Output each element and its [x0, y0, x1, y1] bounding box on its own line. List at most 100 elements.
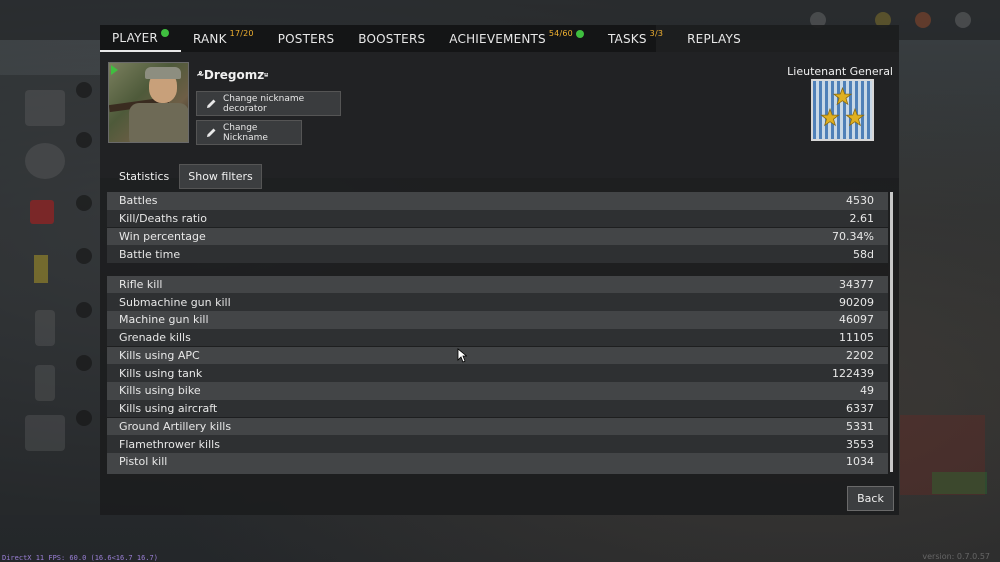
- stat-value: 1034: [846, 455, 874, 469]
- avatar-art: [145, 67, 181, 79]
- tab-boosters[interactable]: BOOSTERS: [346, 25, 437, 52]
- background-panel: [932, 472, 987, 494]
- stat-value: 6337: [846, 402, 874, 416]
- stat-row: Kills using APC 2202: [107, 346, 888, 365]
- statistics-scrollbar[interactable]: [890, 192, 893, 472]
- stat-name: Kills using APC: [119, 348, 200, 362]
- stat-name: Kills using bike: [119, 384, 201, 398]
- stat-value: 34377: [839, 277, 874, 291]
- background-dot: [76, 355, 92, 371]
- stat-name: Flamethrower kills: [119, 437, 220, 451]
- stat-name: Kills using tank: [119, 366, 203, 380]
- tab-replays[interactable]: REPLAYS: [675, 25, 753, 52]
- statistics-heading: Statistics: [119, 170, 170, 183]
- stat-value: 90209: [839, 295, 874, 309]
- stat-row: Pistol kill 1034: [107, 453, 888, 471]
- stat-row: Kills using aircraft 6337: [107, 399, 888, 418]
- background-dot: [76, 302, 92, 318]
- mouse-cursor-icon: [457, 348, 467, 363]
- stat-name: Kills using aircraft: [119, 402, 218, 416]
- stat-name: Rifle kill: [119, 277, 163, 291]
- avatar-art: [129, 103, 188, 142]
- version-label: version: 0.7.0.57: [922, 552, 990, 561]
- stat-row: Kills using tank 122439: [107, 364, 888, 382]
- stat-row: Battles 4530: [107, 192, 888, 210]
- button-label: Change nickname decorator: [223, 93, 305, 114]
- background-icon: [955, 12, 971, 28]
- online-indicator-icon: [111, 65, 118, 75]
- stat-row: Submachine gun kill 90209: [107, 293, 888, 311]
- stat-value: 11105: [839, 331, 874, 345]
- stat-value: 5331: [846, 419, 874, 433]
- fps-counter: DirectX 11 FPS: 60.0 (16.6<16.7 16.7): [2, 554, 158, 562]
- stat-name: Win percentage: [119, 229, 206, 243]
- tab-bar: PLAYER RANK 17/20 POSTERS BOOSTERS ACHIEVEMEN…: [100, 25, 741, 52]
- stat-value: 49: [860, 384, 874, 398]
- tab-tasks[interactable]: TASKS 3/3: [596, 25, 675, 52]
- stat-row: Kills using bike 49: [107, 382, 888, 400]
- rank-title: Lieutenant General: [787, 65, 893, 78]
- tab-progress-badge: 17/20: [229, 29, 254, 38]
- stat-value: 2202: [846, 348, 874, 362]
- tab-label: RANK: [192, 31, 227, 46]
- background-dot: [76, 132, 92, 148]
- tab-label: PLAYER: [112, 30, 158, 45]
- background-slot: [25, 90, 65, 126]
- stat-value: 70.34%: [832, 229, 874, 243]
- notification-dot-icon: [575, 29, 584, 38]
- tab-player[interactable]: PLAYER: [100, 25, 181, 52]
- background-dot: [76, 82, 92, 98]
- tab-rank[interactable]: RANK 17/20: [181, 25, 266, 52]
- tab-label: REPLAYS: [687, 31, 741, 46]
- stat-name: Submachine gun kill: [119, 295, 231, 309]
- tab-label: BOOSTERS: [358, 31, 426, 46]
- background-slot: [34, 255, 48, 283]
- show-filters-button[interactable]: Show filters: [179, 164, 262, 189]
- rank-insignia[interactable]: [811, 79, 874, 141]
- tab-label: TASKS: [607, 31, 647, 46]
- background-slot: [35, 365, 55, 401]
- pencil-icon: [206, 98, 217, 109]
- player-nickname: ⸛Dregomz⸚: [197, 68, 269, 82]
- statistics-table[interactable]: Battles 4530 Kill/Deaths ratio 2.61 Win perc…: [107, 192, 892, 472]
- profile-window: PLAYER RANK 17/20 POSTERS BOOSTERS ACHIEVEMEN…: [100, 25, 899, 515]
- stat-value: 122439: [832, 366, 874, 380]
- stat-row: Rifle kill 34377: [107, 275, 888, 294]
- tab-progress-badge: 3/3: [649, 29, 664, 38]
- background-icon: [915, 12, 931, 28]
- stat-name: Battles: [119, 194, 158, 208]
- background-dot: [76, 248, 92, 264]
- stat-row: Win percentage 70.34%: [107, 227, 888, 246]
- stat-name: Ground Artillery kills: [119, 419, 232, 433]
- stat-row: Kill/Deaths ratio 2.61: [107, 209, 888, 228]
- background-slot: [30, 200, 54, 224]
- tab-progress-badge: 54/60: [548, 29, 573, 38]
- stat-row: Battle time 58d: [107, 245, 888, 263]
- stat-value: 3553: [846, 437, 874, 451]
- player-avatar[interactable]: [108, 62, 189, 143]
- tab-achievements[interactable]: ACHIEVEMENTS 54/60: [437, 25, 596, 52]
- stat-row: Flamethrower kills 3553: [107, 435, 888, 453]
- back-button[interactable]: Back: [847, 486, 894, 511]
- background-slot: [25, 143, 65, 179]
- button-label: Change Nickname: [223, 122, 268, 143]
- change-nickname-decorator-button[interactable]: Change nickname decorator: [196, 91, 341, 116]
- stat-row: Ground Artillery kills 5331: [107, 417, 888, 436]
- stat-name: Machine gun kill: [119, 313, 209, 327]
- pencil-icon: [206, 127, 217, 138]
- star-icon: [821, 87, 864, 126]
- tab-label: ACHIEVEMENTS: [449, 31, 546, 46]
- background-dot: [76, 410, 92, 426]
- stat-value: 4530: [846, 194, 874, 208]
- background-slot: [25, 415, 65, 451]
- statistics-table-edge: [107, 471, 888, 474]
- stat-row: Machine gun kill 46097: [107, 311, 888, 329]
- change-nickname-button[interactable]: Change Nickname: [196, 120, 302, 145]
- background-slot: [35, 310, 55, 346]
- notification-dot-icon: [160, 28, 169, 37]
- tab-posters[interactable]: POSTERS: [266, 25, 347, 52]
- stat-name: Pistol kill: [119, 455, 168, 469]
- stat-value: 58d: [853, 247, 874, 261]
- tab-label: POSTERS: [277, 31, 335, 46]
- stat-value: 2.61: [849, 212, 875, 226]
